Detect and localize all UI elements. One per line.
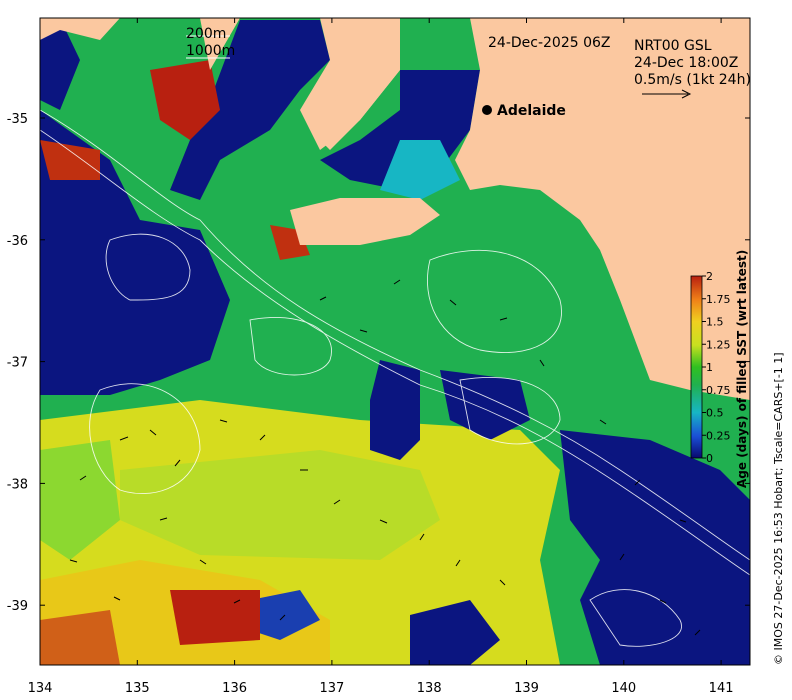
current-scale-label: 0.5m/s (1kt 24h) — [634, 72, 751, 88]
colorbar-tick-label: 0.75 — [706, 384, 731, 397]
y-tick-label: -35 — [7, 112, 28, 127]
city-label-adelaide: Adelaide — [497, 103, 566, 119]
y-tick-label: -36 — [7, 234, 28, 249]
x-tick-label: 140 — [611, 681, 636, 696]
colorbar-tick-label: 0.25 — [706, 429, 731, 442]
warm-patch-south — [170, 590, 260, 645]
current-time-label: 24-Dec 18:00Z — [634, 55, 738, 71]
x-tick-label: 134 — [28, 681, 53, 696]
depth-label-1000m: 1000m — [186, 43, 235, 59]
x-tick-label: 141 — [709, 681, 734, 696]
depth-label-200m: 200m — [186, 26, 226, 42]
colorbar-tick-label: 1.25 — [706, 338, 731, 351]
colorbar-label: Age (days) of filled SST (wrt latest) — [735, 250, 749, 488]
x-tick-label: 136 — [222, 681, 247, 696]
adelaide-marker — [482, 105, 492, 115]
x-tick-label: 137 — [319, 681, 344, 696]
colorbar-tick-label: 1.75 — [706, 293, 731, 306]
y-tick-label: -38 — [7, 477, 28, 492]
colorbar — [690, 275, 703, 459]
colorbar-tick-label: 1.5 — [706, 316, 724, 329]
map-plot-area — [40, 18, 750, 665]
colorbar-tick-label: 2 — [706, 270, 713, 283]
deep-zone-central — [370, 360, 420, 460]
credit-text: © IMOS 27-Dec-2025 16:53 Hobart; Tscale=… — [772, 352, 785, 665]
x-tick-label: 135 — [125, 681, 150, 696]
colorbar-tick-label: 1 — [706, 361, 713, 374]
sst-age-map: 200m 1000m 24-Dec-2025 06Z NRT00 GSL 24-… — [7, 17, 785, 696]
product-label: NRT00 GSL — [634, 38, 712, 54]
x-tick-label: 139 — [514, 681, 539, 696]
colorbar-tick-label: 0.5 — [706, 407, 724, 420]
y-tick-label: -39 — [7, 599, 28, 614]
x-tick-label: 138 — [417, 681, 442, 696]
map-timestamp: 24-Dec-2025 06Z — [488, 35, 611, 51]
y-tick-label: -37 — [7, 356, 28, 371]
colorbar-tick-label: 0 — [706, 452, 713, 465]
